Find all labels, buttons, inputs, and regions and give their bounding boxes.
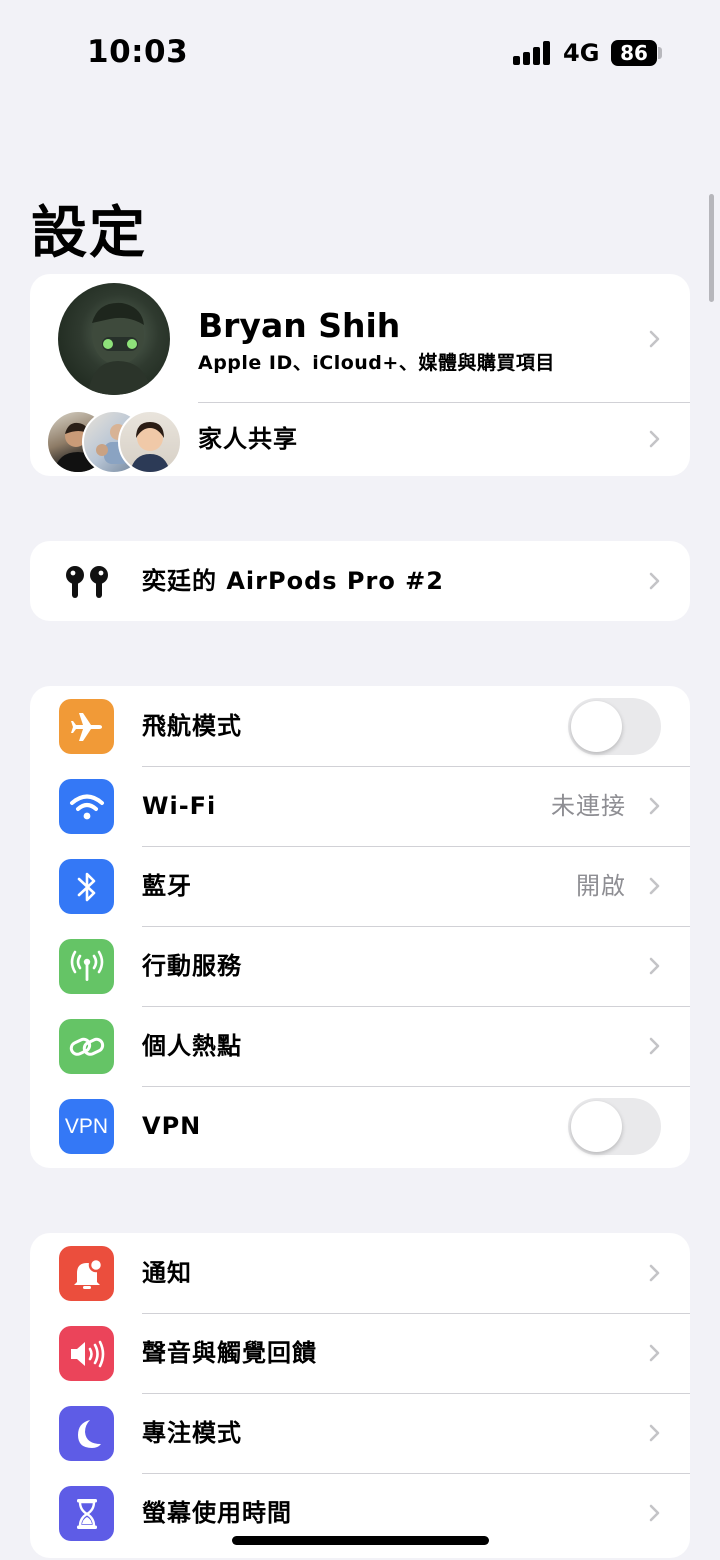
- bell-icon: [59, 1246, 114, 1301]
- settings-row-vpn: VPN VPN: [30, 1086, 690, 1166]
- chevron-right-icon: [649, 877, 660, 895]
- wifi-label: Wi-Fi: [142, 792, 217, 820]
- notifications-label: 通知: [142, 1259, 192, 1287]
- chevron-right-icon: [649, 572, 660, 590]
- battery-tip: [658, 47, 662, 59]
- airplane-mode-label: 飛航模式: [142, 712, 242, 740]
- chevron-right-icon: [649, 1424, 660, 1442]
- settings-row-hotspot[interactable]: 個人熱點: [30, 1006, 690, 1086]
- airpods-label: 奕廷的 AirPods Pro #2: [142, 567, 444, 595]
- chevron-right-icon: [649, 430, 660, 448]
- settings-row-sounds[interactable]: 聲音與觸覺回饋: [30, 1313, 690, 1393]
- scroll-indicator[interactable]: [709, 194, 714, 302]
- settings-row-cellular[interactable]: 行動服務: [30, 926, 690, 1006]
- settings-row-airplane-mode: 飛航模式: [30, 686, 690, 766]
- chevron-right-icon: [649, 1344, 660, 1362]
- bluetooth-status: 開啟: [576, 872, 626, 900]
- home-indicator[interactable]: [232, 1536, 489, 1545]
- settings-row-notifications[interactable]: 通知: [30, 1233, 690, 1313]
- network-type: 4G: [563, 39, 600, 67]
- vpn-label: VPN: [142, 1112, 202, 1140]
- airplane-icon: [59, 699, 114, 754]
- avatar[interactable]: [58, 283, 170, 395]
- chevron-right-icon: [649, 957, 660, 975]
- bluetooth-icon: [59, 859, 114, 914]
- profile-name: Bryan Shih: [198, 306, 401, 345]
- vpn-icon: VPN: [59, 1099, 114, 1154]
- focus-label: 專注模式: [142, 1419, 242, 1447]
- settings-row-focus[interactable]: 專注模式: [30, 1393, 690, 1473]
- cellular-label: 行動服務: [142, 952, 242, 980]
- family-avatars: [46, 410, 182, 474]
- settings-row-wifi[interactable]: Wi-Fi 未連接: [30, 766, 690, 846]
- family-avatar: [118, 410, 182, 474]
- antenna-icon: [59, 939, 114, 994]
- hourglass-icon: [59, 1486, 114, 1541]
- status-time: 10:03: [87, 34, 189, 70]
- profile-subtitle: Apple ID、iCloud+、媒體與購買項目: [198, 352, 555, 374]
- wifi-icon: [59, 779, 114, 834]
- toggle-knob: [571, 1101, 622, 1152]
- battery-icon: 86: [611, 40, 657, 66]
- connectivity-card: 飛航模式 Wi-Fi 未連接 藍牙 開啟 行動服務 個人熱點 VPN VPN: [30, 686, 690, 1168]
- chevron-right-icon: [649, 1037, 660, 1055]
- airpods-card[interactable]: 奕廷的 AirPods Pro #2: [30, 541, 690, 621]
- settings-row-bluetooth[interactable]: 藍牙 開啟: [30, 846, 690, 926]
- status-bar: 10:03 4G 86: [0, 0, 720, 100]
- vpn-icon-text: VPN: [64, 1114, 109, 1138]
- sounds-label: 聲音與觸覺回饋: [142, 1339, 317, 1367]
- family-sharing-row[interactable]: 家人共享: [30, 402, 690, 476]
- toggle-knob: [571, 701, 622, 752]
- vpn-toggle[interactable]: [568, 1098, 661, 1155]
- family-sharing-label: 家人共享: [198, 425, 298, 453]
- speaker-icon: [59, 1326, 114, 1381]
- airpods-row[interactable]: 奕廷的 AirPods Pro #2: [30, 541, 690, 621]
- moon-icon: [59, 1406, 114, 1461]
- cellular-signal-icon: [513, 41, 551, 65]
- chevron-right-icon: [649, 1264, 660, 1282]
- chevron-right-icon: [649, 330, 660, 348]
- hotspot-label: 個人熱點: [142, 1032, 242, 1060]
- bluetooth-label: 藍牙: [142, 872, 192, 900]
- profile-card[interactable]: Bryan Shih Apple ID、iCloud+、媒體與購買項目 家人共享: [30, 274, 690, 476]
- chevron-right-icon: [649, 1504, 660, 1522]
- page-title: 設定: [31, 201, 147, 266]
- airplane-mode-toggle[interactable]: [568, 698, 661, 755]
- hotspot-icon: [59, 1019, 114, 1074]
- notifications-card: 通知 聲音與觸覺回饋 專注模式 螢幕使用時間: [30, 1233, 690, 1558]
- wifi-status: 未連接: [551, 792, 626, 820]
- chevron-right-icon: [649, 797, 660, 815]
- airpods-icon: [59, 554, 114, 609]
